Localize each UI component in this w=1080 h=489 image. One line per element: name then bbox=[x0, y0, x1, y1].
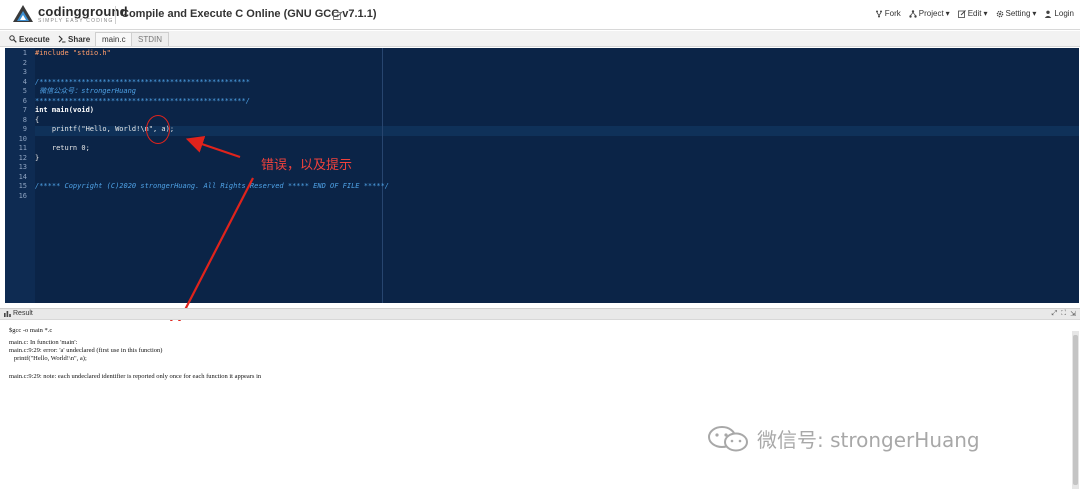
code-line: 14 bbox=[18, 172, 27, 181]
tab-stdin[interactable]: STDIN bbox=[131, 32, 169, 46]
code-line: 5 微信公众号：strongerHuang bbox=[22, 87, 137, 95]
logo-icon bbox=[12, 4, 34, 24]
code-editor[interactable]: 1 #include "stdio.h" 2 3 4/**************… bbox=[5, 48, 1079, 303]
code-line: 12} bbox=[18, 153, 40, 162]
code-line: 13 bbox=[18, 163, 27, 171]
share-button[interactable]: Share bbox=[55, 32, 93, 46]
share-label: Share bbox=[68, 34, 91, 44]
edit-icon bbox=[957, 9, 966, 18]
result-controls: ⤢ ⛶ ⇲ bbox=[1052, 310, 1076, 318]
code-line: 7 int main(void) bbox=[22, 106, 95, 114]
scrollbar-thumb[interactable] bbox=[1073, 335, 1078, 485]
gear-icon bbox=[996, 10, 1003, 17]
share-icon bbox=[58, 35, 66, 43]
result-header: Result ⤢ ⛶ ⇲ bbox=[0, 308, 1080, 320]
fork-icon bbox=[875, 10, 882, 17]
annotation-label: 错误，以及提示 bbox=[261, 158, 353, 173]
output-line: main.c:9:29: note: each undeclared ident… bbox=[9, 373, 262, 380]
code-line: 3 bbox=[22, 68, 27, 76]
code-line: 4/**************************************… bbox=[22, 77, 250, 86]
chevron-down-icon: ▾ bbox=[1032, 9, 1037, 18]
execute-button[interactable]: Execute bbox=[6, 32, 53, 46]
chevron-down-icon: ▾ bbox=[983, 9, 988, 18]
output-line: printf("Hello, World!\n", a); bbox=[9, 355, 87, 362]
menu-setting-label: Setting bbox=[1005, 9, 1031, 18]
output-line: $gcc -o main *.c bbox=[9, 327, 53, 334]
menu-project[interactable]: Project ▾ bbox=[909, 9, 950, 18]
output-line: main.c:9:29: error: 'a' undeclared (firs… bbox=[9, 347, 163, 354]
execute-label: Execute bbox=[19, 34, 50, 44]
expand-icon[interactable]: ⤢ bbox=[1052, 310, 1058, 318]
error-highlight-circle bbox=[146, 115, 170, 144]
logo[interactable]: codingground SIMPLY EASY CODING bbox=[12, 4, 128, 24]
fullscreen-icon[interactable]: ⛶ bbox=[1061, 310, 1066, 318]
header-menu: Fork Project ▾ Edit ▾ Setting ▾ Login bbox=[875, 9, 1074, 18]
menu-setting[interactable]: Setting ▾ bbox=[996, 9, 1037, 18]
tab-main-c[interactable]: main.c bbox=[95, 32, 133, 46]
watermark-label: 微信号: strongerHuang bbox=[757, 428, 980, 452]
result-title-label: Result bbox=[13, 310, 33, 317]
code-line: 2 bbox=[22, 58, 27, 67]
header-bar: codingground SIMPLY EASY CODING Compile … bbox=[0, 0, 1080, 30]
menu-project-label: Project bbox=[918, 9, 944, 18]
menu-login[interactable]: Login bbox=[1044, 9, 1074, 18]
result-output: $gcc -o main *.c main.c: In function 'ma… bbox=[0, 321, 1072, 489]
menu-fork[interactable]: Fork bbox=[875, 9, 901, 18]
code-line: 6 ***************************************… bbox=[22, 96, 250, 105]
chevron-down-icon: ▾ bbox=[945, 9, 950, 18]
header-divider bbox=[115, 6, 116, 24]
result-title: Result bbox=[4, 310, 33, 317]
project-icon bbox=[909, 9, 917, 18]
menu-edit[interactable]: Edit ▾ bbox=[957, 9, 988, 18]
tab-stdin-label: STDIN bbox=[138, 35, 162, 44]
user-icon bbox=[1045, 10, 1052, 18]
code-line: 16 bbox=[18, 191, 27, 200]
output-scrollbar[interactable] bbox=[1072, 331, 1079, 489]
edit-title-icon[interactable] bbox=[333, 8, 343, 20]
code-line: 1 #include "stdio.h" bbox=[22, 49, 111, 57]
code-line: 15/***** Copyright (C)2020 strongerHuang… bbox=[18, 182, 390, 190]
menu-edit-label: Edit bbox=[967, 9, 982, 18]
output-line: main.c: In function 'main': bbox=[9, 339, 78, 346]
menu-login-label: Login bbox=[1054, 9, 1074, 18]
execute-icon bbox=[9, 35, 17, 43]
menu-fork-label: Fork bbox=[884, 9, 901, 18]
wechat-watermark: 微信号: strongerHuang bbox=[707, 424, 980, 453]
bar-chart-icon bbox=[4, 311, 11, 317]
tab-main-c-label: main.c bbox=[102, 35, 126, 44]
collapse-icon[interactable]: ⇲ bbox=[1070, 310, 1076, 318]
editor-toolbar: Execute Share main.c STDIN bbox=[0, 31, 1080, 47]
code-line: 11 return 0; bbox=[18, 144, 90, 152]
wechat-icon bbox=[708, 425, 748, 451]
